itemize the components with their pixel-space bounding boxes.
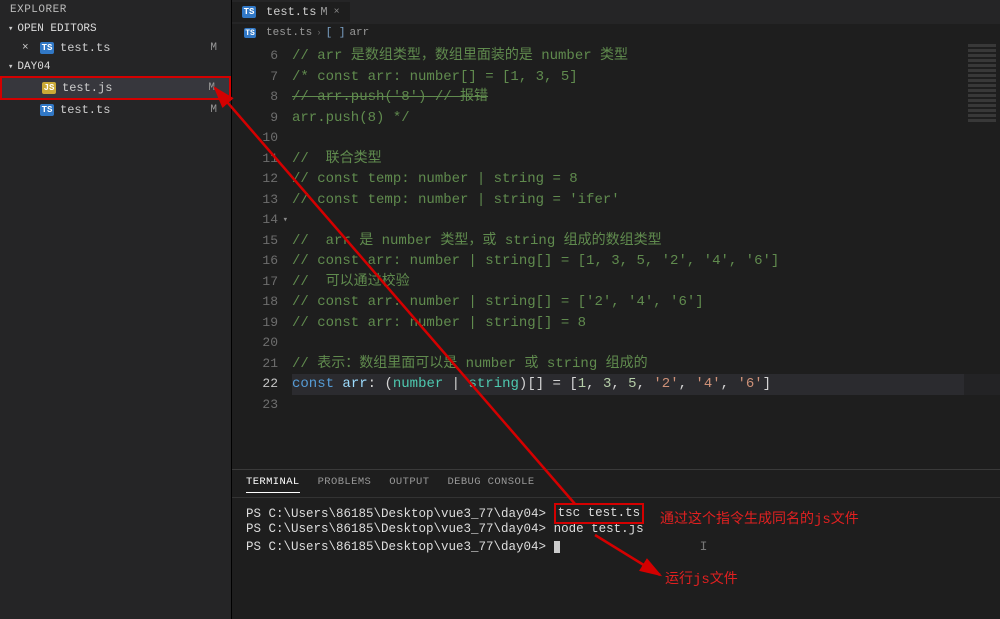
tab-problems[interactable]: PROBLEMS [318, 476, 372, 493]
file-item-testts[interactable]: TS test.ts M [0, 100, 231, 120]
tab-testts[interactable]: TS test.ts M × [232, 2, 350, 22]
symbol-array-icon: [ ] [326, 27, 346, 39]
file-item-testjs[interactable]: JS test.js M [0, 76, 231, 100]
chevron-right-icon: › [316, 28, 321, 38]
terminal-line: PS C:\Users\86185\Desktop\vue3_77\day04>… [246, 504, 986, 521]
tab-output[interactable]: OUTPUT [389, 476, 429, 493]
tab-terminal[interactable]: TERMINAL [246, 476, 300, 493]
modified-status: M [210, 104, 227, 116]
terminal[interactable]: PS C:\Users\86185\Desktop\vue3_77\day04>… [232, 498, 1000, 619]
ibeam-cursor-icon: I [700, 539, 708, 554]
explorer-title: EXPLORER [0, 0, 231, 20]
tab-label: test.ts [266, 5, 316, 19]
terminal-line: PS C:\Users\86185\Desktop\vue3_77\day04>… [246, 538, 986, 555]
terminal-panel: TERMINAL PROBLEMS OUTPUT DEBUG CONSOLE P… [232, 469, 1000, 619]
folder-header[interactable]: ▾ DAY04 [0, 58, 231, 76]
file-name: test.ts [60, 41, 210, 55]
typescript-file-icon: TS [242, 6, 256, 18]
crumb-file: test.ts [266, 27, 312, 39]
crumb-symbol: arr [349, 27, 369, 39]
close-icon[interactable]: × [22, 42, 29, 54]
typescript-file-icon: TS [40, 104, 54, 116]
open-editors-header[interactable]: ▾ OPEN EDITORS [0, 20, 231, 38]
file-name: test.ts [60, 103, 210, 117]
typescript-file-icon: TS [40, 42, 54, 54]
modified-status: M [210, 42, 227, 54]
group-label: DAY04 [17, 61, 50, 73]
code-content[interactable]: // arr 是数组类型，数组里面装的是 number 类型/* const a… [292, 46, 1000, 469]
panel-tabs: TERMINAL PROBLEMS OUTPUT DEBUG CONSOLE [232, 470, 1000, 498]
modified-status: M [208, 82, 225, 94]
command-highlighted: tsc test.ts [554, 503, 645, 524]
minimap[interactable] [964, 42, 1000, 452]
tab-bar: TS test.ts M × [232, 0, 1000, 24]
tab-debug-console[interactable]: DEBUG CONSOLE [447, 476, 534, 493]
line-gutter: 67891011121314▾151617181920212223 [232, 46, 292, 469]
terminal-cursor [554, 541, 560, 553]
explorer-sidebar: EXPLORER ▾ OPEN EDITORS × TS test.ts M ▾… [0, 0, 232, 619]
close-icon[interactable]: × [334, 7, 340, 18]
javascript-file-icon: JS [42, 82, 56, 94]
open-editor-item[interactable]: × TS test.ts M [0, 38, 231, 58]
breadcrumb[interactable]: TS test.ts › [ ] arr [232, 24, 1000, 42]
typescript-file-icon: TS [244, 28, 256, 38]
chevron-down-icon: ▾ [8, 24, 13, 34]
chevron-down-icon: ▾ [8, 62, 13, 72]
code-editor[interactable]: 67891011121314▾151617181920212223 // arr… [232, 42, 1000, 469]
tab-status: M [320, 5, 327, 19]
group-label: OPEN EDITORS [17, 23, 96, 35]
main-area: TS test.ts M × TS test.ts › [ ] arr 6789… [232, 0, 1000, 619]
file-name: test.js [62, 81, 208, 95]
